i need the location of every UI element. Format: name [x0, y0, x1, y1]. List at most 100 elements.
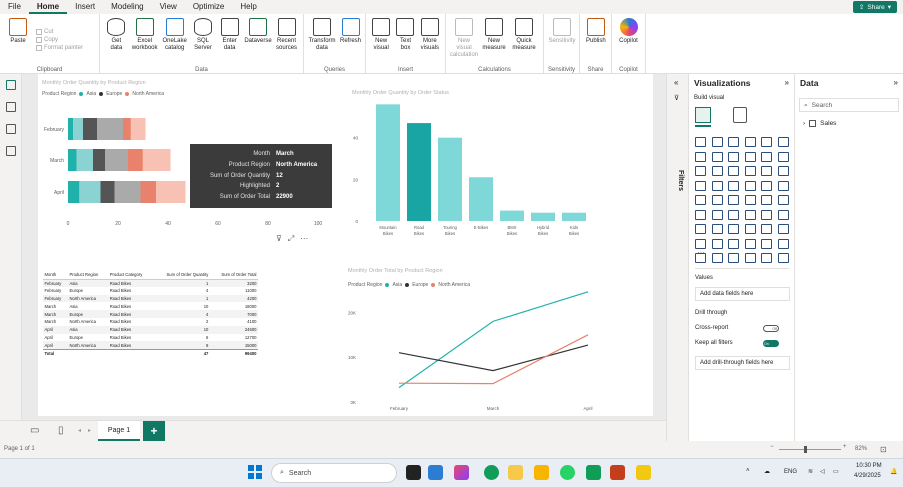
table-row[interactable]: April Europe Road Bikes 6 12700	[43, 334, 258, 342]
recent-sources-button[interactable]: Recent sources	[273, 16, 300, 64]
tab-file[interactable]: File	[0, 0, 29, 14]
visual-type-icon[interactable]	[761, 238, 772, 249]
get-data-button[interactable]: Get data	[103, 16, 130, 64]
table-row[interactable]: February Asia Road Bikes 1 3200	[43, 279, 258, 287]
visual-type-icon[interactable]	[761, 224, 772, 234]
visual-type-icon[interactable]	[761, 195, 772, 205]
visual-type-icon[interactable]	[728, 238, 739, 249]
legend-north-america[interactable]: North America	[438, 282, 470, 288]
column-header[interactable]: Sum of Order Quantity	[153, 270, 210, 280]
format-visual-icon[interactable]	[733, 107, 747, 123]
whatsapp-icon[interactable]	[560, 465, 575, 480]
visual-type-icon[interactable]	[761, 137, 772, 147]
visual-type-icon[interactable]	[695, 238, 706, 249]
column-header[interactable]: Product Region	[67, 270, 109, 280]
sensitivity-button[interactable]: Sensitivity	[547, 16, 577, 64]
values-well[interactable]: Add data fields here	[695, 287, 790, 301]
language-indicator[interactable]: ENG	[784, 469, 797, 475]
app-icon[interactable]	[428, 465, 443, 480]
visual-type-icon[interactable]	[711, 238, 723, 249]
table-row[interactable]: April North America Road Bikes 9 15000	[43, 341, 258, 350]
visual-type-icon[interactable]	[711, 180, 723, 191]
focus-mode-icon[interactable]: ⤢	[288, 234, 294, 244]
column-header[interactable]: Product Category	[108, 270, 154, 280]
table-row[interactable]: February Europe Road Bikes 4 11000	[43, 287, 258, 295]
new-measure-button[interactable]: New measure	[479, 16, 509, 64]
battery-icon[interactable]: ▭	[833, 468, 839, 475]
taskbar-search[interactable]: ⌕ Search	[271, 463, 397, 483]
mobile-layout-icon[interactable]: ▯	[58, 425, 64, 436]
drill-through-well[interactable]: Add drill-through fields here	[695, 356, 790, 370]
visual-type-icon[interactable]	[695, 209, 706, 220]
cut-button[interactable]: Cut	[36, 29, 83, 35]
notifications-icon[interactable]: 🔔	[890, 468, 897, 475]
file-explorer-icon[interactable]	[508, 465, 523, 480]
build-visual-icon[interactable]	[695, 107, 711, 123]
visual-type-icon[interactable]	[711, 151, 723, 162]
visual-type-icon[interactable]	[695, 137, 706, 147]
start-icon[interactable]	[248, 465, 262, 479]
visual-type-icon[interactable]	[695, 180, 706, 191]
tab-optimize[interactable]: Optimize	[185, 0, 233, 14]
column-header[interactable]: Month	[43, 270, 68, 280]
powerpoint-icon[interactable]	[610, 465, 625, 480]
visual-type-icon[interactable]	[761, 166, 772, 176]
visual-type-icon[interactable]	[777, 253, 789, 263]
visual-type-icon[interactable]	[761, 253, 772, 263]
legend-europe[interactable]: Europe	[412, 282, 428, 288]
table-row[interactable]: April Asia Road Bikes 10 24600	[43, 325, 258, 334]
table-row[interactable]: February North America Road Bikes 1 4200	[43, 294, 258, 303]
cross-report-toggle[interactable]: Off	[763, 325, 779, 332]
visual-type-icon[interactable]	[744, 151, 756, 162]
tab-insert[interactable]: Insert	[67, 0, 103, 14]
visual-type-icon[interactable]	[777, 180, 789, 191]
paste-button[interactable]: Paste	[3, 16, 33, 64]
visual-type-icon[interactable]	[744, 238, 756, 249]
dataverse-button[interactable]: Dataverse	[243, 16, 273, 64]
table-row[interactable]: March Asia Road Bikes 10 18000	[43, 302, 258, 310]
legend-asia[interactable]: Asia	[86, 91, 96, 97]
column-header[interactable]: Sum of Order Total	[209, 270, 258, 280]
zoom-out-button[interactable]: −	[770, 444, 774, 450]
visual-type-icon[interactable]	[744, 166, 756, 176]
copilot-button[interactable]: Copilot	[615, 16, 642, 64]
expand-icon[interactable]: »	[894, 78, 898, 87]
visual-type-icon[interactable]	[728, 224, 739, 234]
dax-query-view-icon[interactable]	[5, 146, 16, 156]
wifi-icon[interactable]: ≋	[808, 468, 813, 475]
visual-type-icon[interactable]	[744, 180, 756, 191]
tab-modeling[interactable]: Modeling	[103, 0, 151, 14]
visual-type-icon[interactable]	[711, 209, 723, 220]
volume-icon[interactable]: ◁	[820, 468, 825, 475]
transform-data-button[interactable]: Transform data	[307, 16, 337, 64]
enter-data-button[interactable]: Enter data	[216, 16, 243, 64]
data-search-input[interactable]: ⌕ Search	[799, 98, 899, 112]
tab-help[interactable]: Help	[232, 0, 264, 14]
add-page-button[interactable]: +	[143, 421, 165, 441]
legend-north-america[interactable]: North America	[132, 91, 164, 97]
sql-server-button[interactable]: SQL Server	[190, 16, 217, 64]
clock-date[interactable]: 4/29/2025	[854, 473, 881, 479]
visual-type-icon[interactable]	[744, 195, 756, 205]
visual-type-icon[interactable]	[728, 209, 739, 220]
more-visuals-icon[interactable]: ···	[697, 248, 705, 257]
report-view-icon[interactable]	[5, 80, 16, 90]
copy-button[interactable]: Copy	[36, 37, 83, 43]
visual-type-icon[interactable]	[695, 224, 706, 234]
zoom-slider-thumb[interactable]	[804, 446, 807, 453]
visual-type-icon[interactable]	[728, 137, 739, 147]
more-options-icon[interactable]: ⋯	[300, 234, 308, 244]
powerbi-taskbar-icon[interactable]	[636, 465, 651, 480]
visual-type-icon[interactable]	[711, 137, 723, 147]
desktop-layout-icon[interactable]: ▭	[30, 425, 39, 436]
report-canvas[interactable]: February March April 0 20 40 60 80 100 Mountain Bi…	[38, 74, 653, 416]
filter-icon[interactable]: ⊽	[276, 234, 282, 244]
visual-type-icon[interactable]	[777, 209, 789, 220]
visual-type-icon[interactable]	[761, 151, 772, 162]
visual-type-icon[interactable]	[761, 209, 772, 220]
tab-home[interactable]: Home	[28, 0, 68, 14]
clock-time[interactable]: 10:30 PM	[856, 463, 882, 469]
edge-icon[interactable]	[484, 465, 499, 480]
publish-button[interactable]: Publish	[583, 16, 609, 64]
more-visuals-button[interactable]: More visuals	[418, 16, 442, 64]
